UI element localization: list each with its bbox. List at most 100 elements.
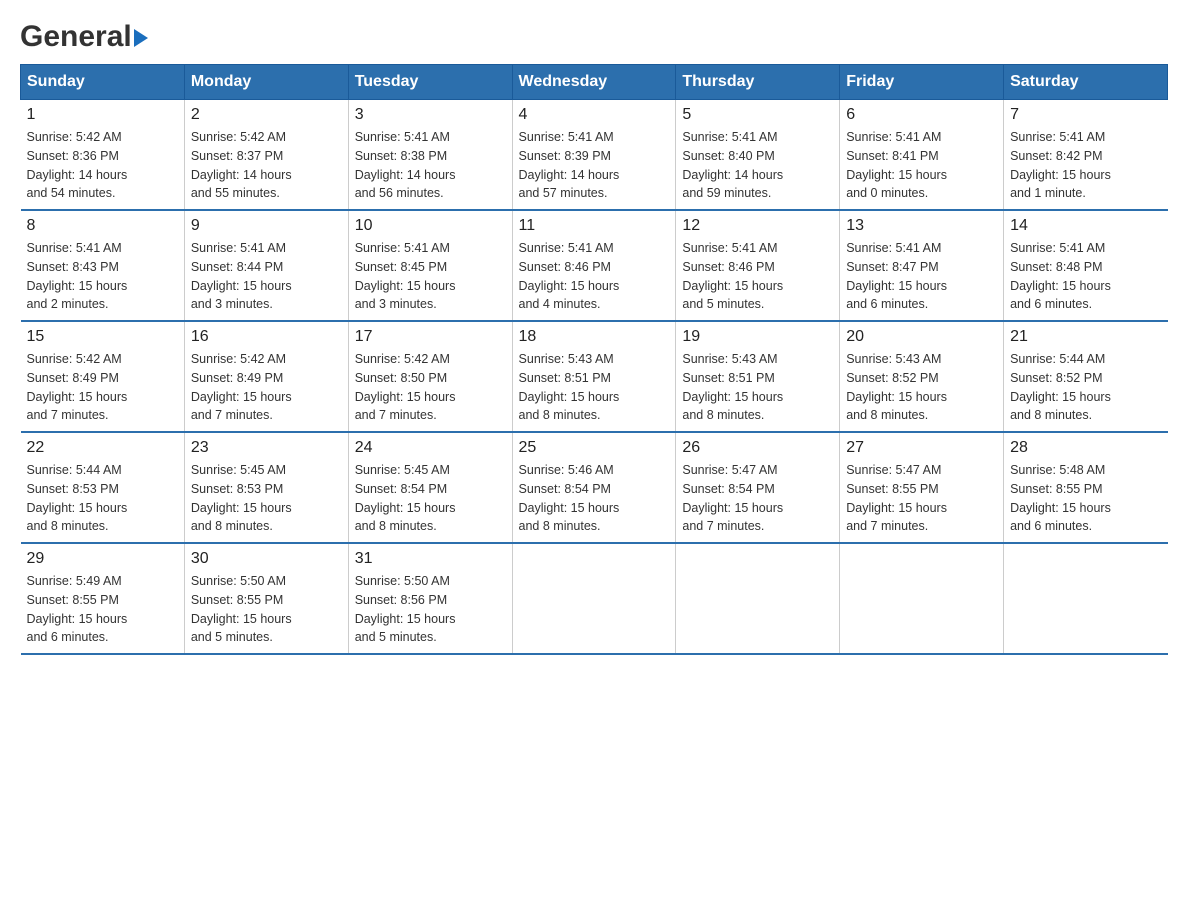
calendar-cell: 28Sunrise: 5:48 AMSunset: 8:55 PMDayligh… xyxy=(1004,432,1168,543)
weekday-header-row: SundayMondayTuesdayWednesdayThursdayFrid… xyxy=(21,65,1168,100)
day-number: 22 xyxy=(27,439,178,457)
calendar-cell: 10 Sunrise: 5:41 AMSunset: 8:45 PMDayligh… xyxy=(348,210,512,321)
calendar-cell: 30 Sunrise: 5:50 AMSunset: 8:55 PMDayligh… xyxy=(184,543,348,654)
calendar-cell: 26 Sunrise: 5:47 AMSunset: 8:54 PMDayligh… xyxy=(676,432,840,543)
day-number: 9 xyxy=(191,217,342,235)
calendar-cell: 29Sunrise: 5:49 AMSunset: 8:55 PMDayligh… xyxy=(21,543,185,654)
day-info: Sunrise: 5:41 AMSunset: 8:38 PMDaylight:… xyxy=(355,128,506,203)
calendar-cell: 14 Sunrise: 5:41 AMSunset: 8:48 PMDayligh… xyxy=(1004,210,1168,321)
day-info: Sunrise: 5:41 AMSunset: 8:44 PMDaylight:… xyxy=(191,239,342,314)
calendar-cell: 7 Sunrise: 5:41 AMSunset: 8:42 PMDaylight… xyxy=(1004,100,1168,211)
day-number: 31 xyxy=(355,550,506,568)
weekday-header-tuesday: Tuesday xyxy=(348,65,512,100)
day-info: Sunrise: 5:47 AMSunset: 8:54 PMDaylight:… xyxy=(682,461,833,536)
calendar-cell: 25 Sunrise: 5:46 AMSunset: 8:54 PMDayligh… xyxy=(512,432,676,543)
day-number: 14 xyxy=(1010,217,1161,235)
calendar-cell xyxy=(840,543,1004,654)
calendar-cell: 8 Sunrise: 5:41 AMSunset: 8:43 PMDaylight… xyxy=(21,210,185,321)
logo: General xyxy=(20,20,148,54)
day-info: Sunrise: 5:45 AMSunset: 8:53 PMDaylight:… xyxy=(191,461,342,536)
weekday-header-sunday: Sunday xyxy=(21,65,185,100)
week-row-5: 29Sunrise: 5:49 AMSunset: 8:55 PMDayligh… xyxy=(21,543,1168,654)
day-number: 3 xyxy=(355,106,506,124)
day-number: 1 xyxy=(27,106,178,124)
day-number: 5 xyxy=(682,106,833,124)
calendar-cell: 21 Sunrise: 5:44 AMSunset: 8:52 PMDayligh… xyxy=(1004,321,1168,432)
weekday-header-friday: Friday xyxy=(840,65,1004,100)
day-info: Sunrise: 5:41 AMSunset: 8:48 PMDaylight:… xyxy=(1010,239,1161,314)
week-row-1: 1Sunrise: 5:42 AMSunset: 8:36 PMDaylight… xyxy=(21,100,1168,211)
calendar-cell: 27 Sunrise: 5:47 AMSunset: 8:55 PMDayligh… xyxy=(840,432,1004,543)
day-info: Sunrise: 5:41 AMSunset: 8:39 PMDaylight:… xyxy=(519,128,670,203)
calendar-table: SundayMondayTuesdayWednesdayThursdayFrid… xyxy=(20,64,1168,655)
day-info: Sunrise: 5:50 AMSunset: 8:55 PMDaylight:… xyxy=(191,572,342,647)
day-info: Sunrise: 5:42 AMSunset: 8:50 PMDaylight:… xyxy=(355,350,506,425)
day-number: 6 xyxy=(846,106,997,124)
day-number: 30 xyxy=(191,550,342,568)
day-number: 27 xyxy=(846,439,997,457)
day-info: Sunrise: 5:43 AMSunset: 8:52 PMDaylight:… xyxy=(846,350,997,425)
weekday-header-monday: Monday xyxy=(184,65,348,100)
day-number: 26 xyxy=(682,439,833,457)
calendar-cell xyxy=(1004,543,1168,654)
calendar-cell xyxy=(676,543,840,654)
day-info: Sunrise: 5:42 AMSunset: 8:37 PMDaylight:… xyxy=(191,128,342,203)
day-info: Sunrise: 5:44 AMSunset: 8:52 PMDaylight:… xyxy=(1010,350,1161,425)
calendar-cell: 4 Sunrise: 5:41 AMSunset: 8:39 PMDaylight… xyxy=(512,100,676,211)
week-row-2: 8 Sunrise: 5:41 AMSunset: 8:43 PMDaylight… xyxy=(21,210,1168,321)
day-number: 13 xyxy=(846,217,997,235)
day-number: 10 xyxy=(355,217,506,235)
day-number: 12 xyxy=(682,217,833,235)
calendar-cell: 13 Sunrise: 5:41 AMSunset: 8:47 PMDayligh… xyxy=(840,210,1004,321)
calendar-cell: 22 Sunrise: 5:44 AMSunset: 8:53 PMDayligh… xyxy=(21,432,185,543)
day-info: Sunrise: 5:44 AMSunset: 8:53 PMDaylight:… xyxy=(27,461,178,536)
calendar-cell: 11 Sunrise: 5:41 AMSunset: 8:46 PMDayligh… xyxy=(512,210,676,321)
day-number: 8 xyxy=(27,217,178,235)
calendar-cell: 12 Sunrise: 5:41 AMSunset: 8:46 PMDayligh… xyxy=(676,210,840,321)
day-info: Sunrise: 5:41 AMSunset: 8:41 PMDaylight:… xyxy=(846,128,997,203)
week-row-3: 15 Sunrise: 5:42 AMSunset: 8:49 PMDayligh… xyxy=(21,321,1168,432)
calendar-cell: 16 Sunrise: 5:42 AMSunset: 8:49 PMDayligh… xyxy=(184,321,348,432)
calendar-cell: 1Sunrise: 5:42 AMSunset: 8:36 PMDaylight… xyxy=(21,100,185,211)
day-info: Sunrise: 5:42 AMSunset: 8:49 PMDaylight:… xyxy=(27,350,178,425)
day-number: 21 xyxy=(1010,328,1161,346)
day-info: Sunrise: 5:41 AMSunset: 8:45 PMDaylight:… xyxy=(355,239,506,314)
day-info: Sunrise: 5:43 AMSunset: 8:51 PMDaylight:… xyxy=(682,350,833,425)
day-number: 28 xyxy=(1010,439,1161,457)
day-number: 15 xyxy=(27,328,178,346)
day-info: Sunrise: 5:42 AMSunset: 8:49 PMDaylight:… xyxy=(191,350,342,425)
day-info: Sunrise: 5:46 AMSunset: 8:54 PMDaylight:… xyxy=(519,461,670,536)
day-number: 11 xyxy=(519,217,670,235)
day-info: Sunrise: 5:41 AMSunset: 8:42 PMDaylight:… xyxy=(1010,128,1161,203)
calendar-cell: 20 Sunrise: 5:43 AMSunset: 8:52 PMDayligh… xyxy=(840,321,1004,432)
day-info: Sunrise: 5:41 AMSunset: 8:46 PMDaylight:… xyxy=(519,239,670,314)
day-number: 16 xyxy=(191,328,342,346)
day-number: 20 xyxy=(846,328,997,346)
day-number: 29 xyxy=(27,550,178,568)
day-info: Sunrise: 5:50 AMSunset: 8:56 PMDaylight:… xyxy=(355,572,506,647)
day-number: 17 xyxy=(355,328,506,346)
calendar-cell: 3 Sunrise: 5:41 AMSunset: 8:38 PMDaylight… xyxy=(348,100,512,211)
day-number: 2 xyxy=(191,106,342,124)
day-info: Sunrise: 5:41 AMSunset: 8:46 PMDaylight:… xyxy=(682,239,833,314)
week-row-4: 22 Sunrise: 5:44 AMSunset: 8:53 PMDayligh… xyxy=(21,432,1168,543)
day-info: Sunrise: 5:41 AMSunset: 8:47 PMDaylight:… xyxy=(846,239,997,314)
day-info: Sunrise: 5:43 AMSunset: 8:51 PMDaylight:… xyxy=(519,350,670,425)
calendar-cell: 23Sunrise: 5:45 AMSunset: 8:53 PMDayligh… xyxy=(184,432,348,543)
day-number: 19 xyxy=(682,328,833,346)
day-number: 7 xyxy=(1010,106,1161,124)
calendar-cell: 6 Sunrise: 5:41 AMSunset: 8:41 PMDaylight… xyxy=(840,100,1004,211)
day-info: Sunrise: 5:45 AMSunset: 8:54 PMDaylight:… xyxy=(355,461,506,536)
weekday-header-thursday: Thursday xyxy=(676,65,840,100)
day-info: Sunrise: 5:41 AMSunset: 8:43 PMDaylight:… xyxy=(27,239,178,314)
logo-general: General xyxy=(20,20,148,54)
day-number: 25 xyxy=(519,439,670,457)
day-number: 4 xyxy=(519,106,670,124)
weekday-header-saturday: Saturday xyxy=(1004,65,1168,100)
calendar-cell: 15 Sunrise: 5:42 AMSunset: 8:49 PMDayligh… xyxy=(21,321,185,432)
calendar-cell: 5Sunrise: 5:41 AMSunset: 8:40 PMDaylight… xyxy=(676,100,840,211)
calendar-cell: 9 Sunrise: 5:41 AMSunset: 8:44 PMDaylight… xyxy=(184,210,348,321)
day-info: Sunrise: 5:47 AMSunset: 8:55 PMDaylight:… xyxy=(846,461,997,536)
calendar-cell: 31 Sunrise: 5:50 AMSunset: 8:56 PMDayligh… xyxy=(348,543,512,654)
calendar-cell xyxy=(512,543,676,654)
